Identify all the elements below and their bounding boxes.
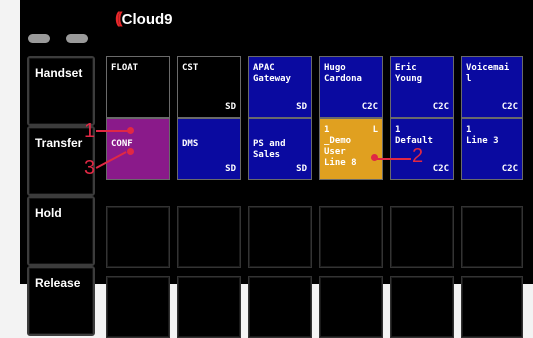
key-voicemail[interactable]: Voicemai l C2C (461, 56, 523, 118)
key-tag: C2C (432, 164, 449, 174)
key-empty[interactable] (106, 206, 170, 268)
key-tag: C2C (501, 102, 518, 112)
callout-number-3: 3 (84, 157, 96, 179)
key-empty[interactable] (319, 276, 383, 338)
key-hugo-cardona[interactable]: Hugo Cardona C2C (319, 56, 383, 118)
key-label: 1 _Demo User Line 8 (324, 125, 357, 168)
callout-number-2: 2 (412, 145, 424, 167)
key-empty[interactable] (177, 206, 241, 268)
key-cst[interactable]: CST SD (177, 56, 241, 118)
key-empty[interactable] (319, 206, 383, 268)
hold-label: Hold (35, 206, 62, 220)
key-line-3[interactable]: 1 Line 3 C2C (461, 118, 523, 180)
key-empty[interactable] (177, 276, 241, 338)
key-tag: C2C (501, 164, 518, 174)
key-corner-flag: L (372, 125, 378, 135)
callout-dot-3 (127, 148, 134, 155)
key-apac-gateway[interactable]: APAC Gateway SD (248, 56, 312, 118)
key-tag: SD (225, 164, 236, 174)
indicator-pill-left (28, 34, 50, 43)
key-demo-user-line-8[interactable]: 1 _Demo User Line 8 L (319, 118, 383, 180)
key-label: DMS (182, 139, 199, 149)
key-tag: C2C (432, 102, 449, 112)
brand-logo: (( Cloud9 (115, 10, 173, 28)
key-empty[interactable] (461, 276, 523, 338)
callout-number-1: 1 (84, 120, 96, 142)
key-empty[interactable] (390, 276, 454, 338)
hold-button[interactable]: Hold (27, 196, 95, 266)
key-empty[interactable] (106, 276, 170, 338)
release-button[interactable]: Release (27, 266, 95, 336)
callout-line-1 (96, 130, 130, 132)
key-label: CST (182, 63, 199, 73)
key-empty[interactable] (390, 206, 454, 268)
key-eric-young[interactable]: Eric Young C2C (390, 56, 454, 118)
key-empty[interactable] (248, 276, 312, 338)
brand-name: Cloud9 (121, 10, 173, 28)
key-label: Voicemai l (466, 63, 510, 84)
key-conf[interactable]: CONF (106, 118, 170, 180)
key-tag: SD (296, 164, 307, 174)
key-label: Hugo Cardona (324, 63, 362, 84)
key-tag: C2C (361, 102, 378, 112)
key-empty[interactable] (248, 206, 312, 268)
key-tag: SD (225, 102, 236, 112)
key-label: PS and Sales (253, 139, 286, 160)
handset-button[interactable]: Handset (27, 56, 95, 126)
indicator-pill-right (66, 34, 88, 43)
cloud9-logo-icon: (( (115, 10, 122, 27)
key-dms[interactable]: DMS SD (177, 118, 241, 180)
key-float[interactable]: FLOAT (106, 56, 170, 118)
key-label: APAC Gateway (253, 63, 291, 84)
key-label: FLOAT (111, 63, 139, 73)
key-label: Eric Young (395, 63, 423, 84)
release-label: Release (35, 276, 81, 290)
callout-dot-1 (127, 127, 134, 134)
key-label: 1 Default (395, 125, 433, 146)
key-tag: SD (296, 102, 307, 112)
transfer-label: Transfer (35, 136, 83, 150)
handset-label: Handset (35, 66, 83, 80)
callout-line-2 (375, 158, 411, 160)
key-label: 1 Line 3 (466, 125, 499, 146)
key-ps-and-sales[interactable]: PS and Sales SD (248, 118, 312, 180)
key-empty[interactable] (461, 206, 523, 268)
